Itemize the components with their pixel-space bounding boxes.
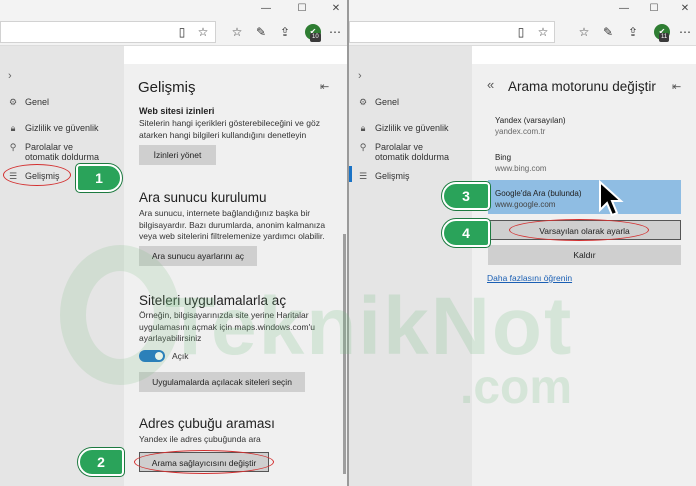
remove-button[interactable]: Kaldır	[488, 245, 681, 265]
address-input[interactable]: ▯ ☆	[0, 21, 216, 43]
sidebar-expand-chevron-icon[interactable]: ›	[8, 70, 12, 82]
open-sites-in-apps-toggle[interactable]	[139, 350, 165, 362]
engine-name-bing[interactable]: Bing	[495, 153, 511, 162]
extension-count-badge: 10	[310, 33, 321, 42]
right-title-bar: — ☐ ✕	[349, 0, 696, 18]
manage-permissions-button[interactable]: İzinleri yönet	[139, 145, 216, 165]
address-bar-search-heading: Adres çubuğu araması	[139, 416, 275, 431]
sliders-icon: ☰	[358, 171, 368, 181]
favorite-star-icon[interactable]: ☆	[534, 23, 552, 41]
sidebar-item-passwords[interactable]: ⚲ Parolalar ve otomatik doldurma	[357, 142, 467, 162]
engine-url-yandex: yandex.com.tr	[495, 127, 546, 136]
sidebar-item-general[interactable]: ⚙ Genel	[357, 97, 467, 108]
favorites-bar-icon[interactable]: ☆	[228, 23, 246, 41]
selected-indicator	[349, 166, 352, 182]
step-4-callout: 4	[442, 219, 490, 247]
left-title-bar: — ☐ ✕	[0, 0, 347, 18]
sidebar-item-label: Genel	[25, 97, 50, 107]
search-engine-panel: « Arama motorunu değiştir ⇤ Yandex (vars…	[472, 64, 696, 486]
sidebar-item-label: Gelişmiş	[375, 171, 410, 181]
reading-view-icon[interactable]: ▯	[512, 23, 530, 41]
sidebar-item-advanced[interactable]: ☰ Gelişmiş	[357, 171, 467, 182]
minimize-button[interactable]: —	[256, 1, 276, 17]
favorites-bar-icon[interactable]: ☆	[575, 23, 593, 41]
extension-count-badge: 11	[659, 33, 670, 42]
page-title: Arama motorunu değiştir	[508, 79, 656, 94]
key-icon: ⚲	[359, 142, 367, 152]
page-title: Gelişmiş	[138, 79, 196, 96]
left-address-toolbar: ▯ ☆ ☆ ✎ ⇪ ✔ 10 ⋯	[0, 18, 347, 46]
advanced-settings-panel: Gelişmiş ⇤ Web sitesi izinleri Sitelerin…	[124, 64, 347, 486]
learn-more-link[interactable]: Daha fazlasını öğrenin	[487, 273, 572, 283]
engine-name-yandex[interactable]: Yandex (varsayılan)	[495, 116, 566, 125]
close-button[interactable]: ✕	[675, 1, 695, 17]
reading-view-icon[interactable]: ▯	[173, 23, 191, 41]
notes-pen-icon[interactable]: ✎	[252, 23, 270, 41]
sidebar-item-privacy[interactable]: 🔒︎ Gizlilik ve güvenlik	[357, 123, 467, 134]
address-bar-search-description: Yandex ile adres çubuğunda ara	[139, 434, 261, 444]
sidebar-item-general[interactable]: ⚙ Genel	[7, 97, 117, 108]
gear-icon: ⚙	[8, 97, 18, 107]
sidebar-item-label: Parolalar ve otomatik doldurma	[25, 142, 100, 162]
minimize-button[interactable]: —	[614, 1, 634, 17]
share-icon[interactable]: ⇪	[276, 23, 294, 41]
toggle-state-label: Açık	[172, 351, 189, 361]
mouse-cursor-icon	[599, 180, 624, 217]
step-3-callout: 3	[442, 182, 490, 210]
favorite-star-icon[interactable]: ☆	[194, 23, 212, 41]
engine-url-bing: www.bing.com	[495, 164, 547, 173]
lock-icon: 🔒︎	[360, 123, 366, 133]
proxy-heading: Ara sunucu kurulumu	[139, 190, 267, 205]
back-button[interactable]: «	[487, 77, 494, 92]
pin-icon[interactable]: ⇤	[672, 80, 681, 93]
engine-url-google: www.google.com	[495, 200, 556, 209]
share-icon[interactable]: ⇪	[624, 23, 642, 41]
more-menu-icon[interactable]: ⋯	[326, 23, 344, 41]
choose-app-sites-button[interactable]: Uygulamalarda açılacak siteleri seçin	[139, 372, 305, 392]
open-sites-in-apps-heading: Siteleri uygulamalarla aç	[139, 293, 287, 308]
sidebar-item-privacy[interactable]: 🔒︎ Gizlilik ve güvenlik	[7, 123, 117, 134]
maximize-button[interactable]: ☐	[644, 1, 664, 17]
right-address-toolbar: ▯ ☆ ☆ ✎ ⇪ ✔ 11 ⋯	[349, 18, 696, 46]
gear-icon: ⚙	[358, 97, 368, 107]
sidebar-item-label: Gizlilik ve güvenlik	[25, 123, 99, 133]
proxy-description: Ara sunucu, internete bağlandığınız başk…	[139, 208, 326, 241]
right-settings-sidebar: › ⚙ Genel 🔒︎ Gizlilik ve güvenlik ⚲ Paro…	[349, 46, 472, 486]
site-permissions-description: Sitelerin hangi içerikleri gösterebilece…	[139, 118, 320, 140]
more-menu-icon[interactable]: ⋯	[676, 23, 694, 41]
advanced-highlight-ring	[3, 164, 71, 186]
sidebar-item-passwords[interactable]: ⚲ Parolalar ve otomatik doldurma	[7, 142, 117, 162]
open-sites-in-apps-description: Örneğin, bilgisayarınızda site yerine Ha…	[139, 310, 315, 343]
key-icon: ⚲	[9, 142, 17, 152]
lock-icon: 🔒︎	[10, 123, 16, 133]
notes-pen-icon[interactable]: ✎	[599, 23, 617, 41]
sidebar-item-label: Gizlilik ve güvenlik	[375, 123, 449, 133]
engine-name-google: Google'da Ara (bulunda)	[495, 189, 582, 198]
open-proxy-settings-button[interactable]: Ara sunucu ayarlarını aç	[139, 246, 257, 266]
site-permissions-heading: Web sitesi izinleri	[139, 106, 215, 116]
address-input[interactable]: ▯ ☆	[349, 21, 555, 43]
maximize-button[interactable]: ☐	[292, 1, 312, 17]
step-2-callout: 2	[78, 448, 124, 476]
close-button[interactable]: ✕	[326, 1, 346, 17]
left-settings-sidebar: › ⚙ Genel 🔒︎ Gizlilik ve güvenlik ⚲ Paro…	[0, 46, 124, 486]
pin-icon[interactable]: ⇤	[320, 80, 329, 93]
step-1-callout: 1	[76, 164, 122, 192]
sidebar-item-label: Genel	[375, 97, 400, 107]
sidebar-item-label: Parolalar ve otomatik doldurma	[375, 142, 450, 162]
settings-scrollbar[interactable]	[343, 234, 346, 474]
change-provider-highlight-ring	[134, 450, 274, 474]
sidebar-expand-chevron-icon[interactable]: ›	[358, 70, 362, 82]
set-default-highlight-ring	[509, 219, 649, 241]
